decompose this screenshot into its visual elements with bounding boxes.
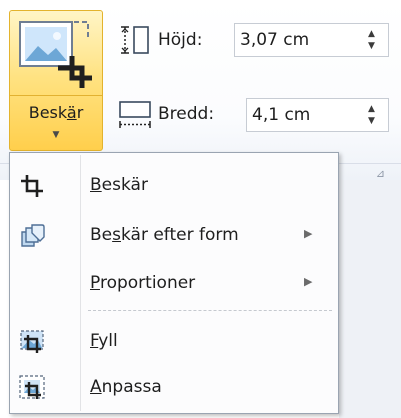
menu-item-label: Beskär: [90, 175, 148, 195]
dialog-launcher-icon[interactable]: ⊿: [374, 168, 387, 179]
submenu-arrow-icon: ▶: [304, 275, 313, 288]
width-label: Bredd:: [158, 104, 215, 124]
crop-fill-icon: [20, 330, 44, 353]
menu-item-fit[interactable]: Anpassa: [12, 367, 336, 407]
crop-button-label[interactable]: Beskär: [10, 103, 102, 123]
menu-item-label: Anpassa: [90, 377, 162, 397]
width-spinner[interactable]: ▲ ▼: [358, 99, 388, 131]
menu-separator: [88, 310, 332, 311]
height-value[interactable]: 3,07 cm: [240, 28, 309, 52]
menu-item-label: Beskär efter form: [90, 225, 239, 245]
menu-item-aspect-ratio[interactable]: Proportioner ▶: [12, 263, 336, 303]
height-field[interactable]: 3,07 cm ▲ ▼: [234, 23, 389, 57]
menu-item-label: Fyll: [90, 331, 118, 351]
submenu-arrow-icon: ▶: [304, 227, 313, 240]
spin-down-icon[interactable]: ▼: [368, 42, 375, 51]
height-label: Höjd:: [158, 30, 203, 50]
width-field[interactable]: 4,1 cm ▲ ▼: [246, 98, 389, 132]
spin-up-icon[interactable]: ▲: [368, 30, 375, 39]
crop-icon: [21, 175, 43, 197]
spin-up-icon[interactable]: ▲: [368, 105, 375, 114]
chevron-down-icon[interactable]: ▼: [10, 130, 102, 140]
crop-to-shape-icon: [21, 224, 45, 247]
width-value[interactable]: 4,1 cm: [252, 103, 310, 127]
crop-picture-icon: [19, 21, 92, 88]
crop-split-button[interactable]: Beskär ▼: [9, 10, 103, 151]
shape-height-icon: [121, 26, 149, 54]
crop-fit-icon: [19, 375, 45, 399]
height-spinner[interactable]: ▲ ▼: [358, 24, 388, 56]
menu-item-crop[interactable]: Beskär: [12, 165, 336, 205]
shape-width-icon: [119, 101, 151, 128]
crop-button-top[interactable]: [10, 11, 102, 96]
menu-item-fill[interactable]: Fyll: [12, 321, 336, 361]
menu-item-crop-to-shape[interactable]: Beskär efter form ▶: [12, 215, 336, 255]
document-edge: [339, 180, 401, 418]
crop-dropdown-menu: Beskär Beskär efter form ▶ Proportioner …: [9, 152, 339, 414]
spin-down-icon[interactable]: ▼: [368, 117, 375, 126]
menu-item-label: Proportioner: [90, 273, 196, 293]
